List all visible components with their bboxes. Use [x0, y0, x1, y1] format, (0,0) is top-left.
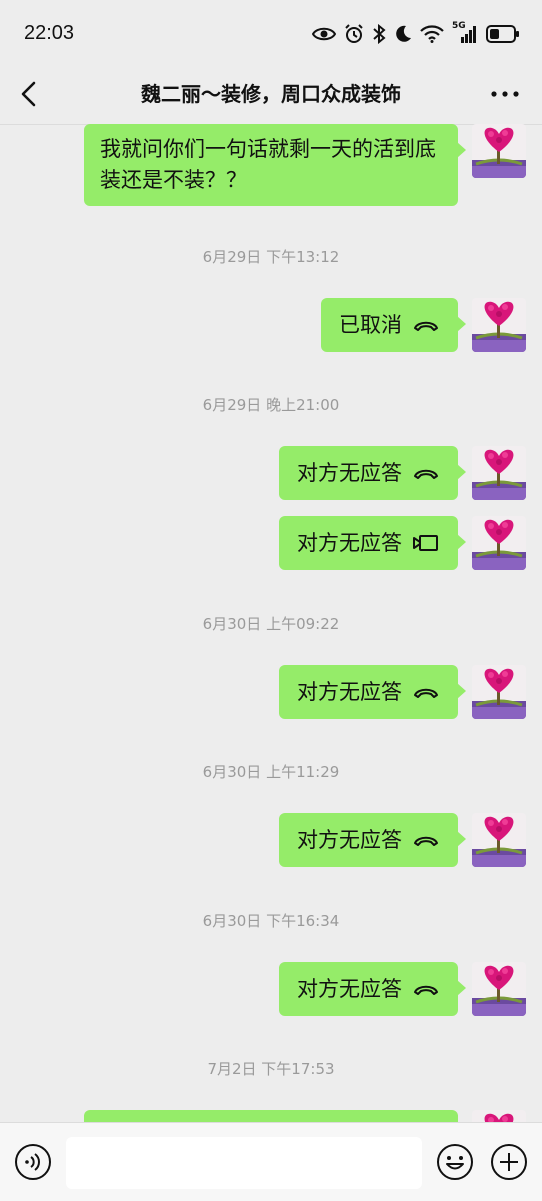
avatar[interactable]: [472, 1110, 526, 1122]
voice-icon: [15, 1144, 51, 1180]
message-row: 我就问你们一句话就剩一天的活到底装还是不装？？: [84, 124, 526, 206]
message-timestamp: 6月30日 上午09:22: [202, 615, 340, 633]
status-time: 22:03: [24, 22, 75, 44]
plus-icon: [491, 1144, 527, 1180]
input-bar: [0, 1122, 542, 1201]
call-status-text: 对方无应答: [297, 976, 402, 1001]
message-input[interactable]: [66, 1137, 422, 1189]
call-status-text: 已取消: [339, 312, 402, 337]
phone-hangup-icon: [412, 979, 440, 999]
wifi-icon: [420, 25, 444, 43]
call-bubble[interactable]: 对方无应答: [279, 516, 466, 570]
call-bubble[interactable]: 对方无应答: [279, 962, 466, 1016]
message-timestamp: 6月29日 下午13:12: [202, 248, 340, 266]
video-call-icon: [412, 533, 440, 553]
message-row: 对方无应答: [279, 962, 526, 1016]
message-list[interactable]: 我就问你们一句话就剩一天的活到底装还是不装？？ 6月29日 下午13:12 已取…: [0, 124, 542, 1122]
message-row: 对方无应答: [279, 665, 526, 719]
phone-hangup-icon: [412, 830, 440, 850]
call-status-text: 对方无应答: [297, 530, 402, 555]
call-status-text: 对方无应答: [297, 827, 402, 852]
avatar[interactable]: [472, 962, 526, 1016]
message-timestamp: 6月30日 上午11:29: [202, 763, 340, 781]
chevron-left-icon: [21, 81, 36, 107]
phone-hangup-icon: [412, 463, 440, 483]
call-status-text: 对方无应答: [297, 460, 402, 485]
chat-header: 魏二丽～装修，周口众成装饰: [0, 66, 542, 125]
message-row: 对方无应答: [279, 516, 526, 570]
message-timestamp: 6月29日 晚上21:00: [202, 396, 340, 414]
alarm-icon: [344, 24, 364, 44]
network-label: 5G: [452, 21, 466, 31]
message-timestamp: 6月30日 下午16:34: [202, 912, 340, 930]
bluetooth-icon: [372, 24, 386, 44]
avatar[interactable]: [472, 124, 526, 178]
moon-icon: [394, 25, 412, 43]
message-row: 对方无应答: [279, 813, 526, 867]
message-row: [84, 1110, 526, 1122]
status-icons: 5G: [312, 20, 520, 48]
message-timestamp: 7月2日 下午17:53: [207, 1060, 335, 1078]
more-dots-icon: [491, 91, 519, 97]
call-bubble[interactable]: 对方无应答: [279, 665, 466, 719]
avatar[interactable]: [472, 516, 526, 570]
chat-title: 魏二丽～装修，周口众成装饰: [141, 82, 401, 106]
message-row: 已取消: [321, 298, 526, 352]
emoji-button[interactable]: [436, 1143, 474, 1181]
message-text: 我就问你们一句话就剩一天的活到底装还是不装？？: [100, 137, 436, 192]
message-row: 对方无应答: [279, 446, 526, 500]
phone-hangup-icon: [412, 682, 440, 702]
back-button[interactable]: [14, 78, 46, 110]
call-status-text: 对方无应答: [297, 679, 402, 704]
text-bubble[interactable]: [84, 1110, 458, 1122]
emoji-icon: [437, 1144, 473, 1180]
call-bubble[interactable]: 对方无应答: [279, 813, 466, 867]
eye-icon: [312, 25, 336, 43]
signal-icon: 5G: [452, 21, 478, 44]
avatar[interactable]: [472, 813, 526, 867]
call-bubble[interactable]: 已取消: [321, 298, 466, 352]
more-functions-button[interactable]: [490, 1143, 528, 1181]
battery-icon: [486, 25, 520, 43]
text-bubble[interactable]: 我就问你们一句话就剩一天的活到底装还是不装？？: [84, 124, 466, 206]
avatar[interactable]: [472, 298, 526, 352]
more-options-button[interactable]: [488, 80, 522, 108]
avatar[interactable]: [472, 446, 526, 500]
avatar[interactable]: [472, 665, 526, 719]
call-bubble[interactable]: 对方无应答: [279, 446, 466, 500]
voice-button[interactable]: [14, 1143, 52, 1181]
phone-hangup-icon: [412, 315, 440, 335]
status-bar: 22:03 5G: [0, 0, 542, 66]
